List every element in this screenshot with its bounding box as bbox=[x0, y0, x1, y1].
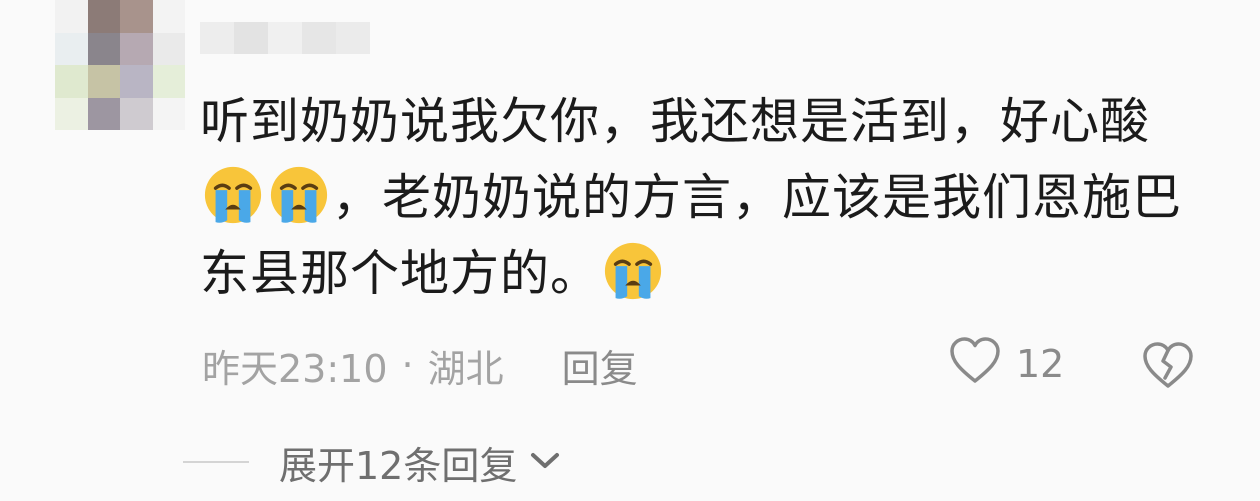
crying-face-icon bbox=[602, 240, 664, 302]
chevron-down-icon bbox=[517, 445, 563, 479]
expand-replies-button[interactable]: 展开12条回复 bbox=[183, 437, 563, 488]
comment-meta: 昨天23:10 · 湖北 回复 bbox=[202, 338, 638, 393]
dislike-button[interactable] bbox=[1141, 340, 1195, 390]
comment-text-part-1: 听到奶奶说我欠你，我还想是活到，好心酸 bbox=[200, 93, 1151, 150]
meta-separator: · bbox=[401, 343, 414, 387]
reply-button[interactable]: 回复 bbox=[562, 338, 638, 393]
crying-face-icon bbox=[268, 164, 330, 226]
like-button[interactable]: 12 bbox=[948, 335, 1065, 394]
heart-outline-icon bbox=[948, 335, 1002, 394]
broken-heart-icon bbox=[1141, 342, 1195, 394]
crying-face-icon bbox=[202, 164, 264, 226]
like-count: 12 bbox=[1016, 342, 1065, 386]
username-blurred[interactable] bbox=[200, 22, 370, 54]
avatar[interactable] bbox=[55, 0, 185, 130]
comment-time: 昨天23:10 bbox=[202, 346, 388, 391]
comment-location: 湖北 bbox=[427, 346, 504, 391]
divider-line bbox=[183, 461, 249, 463]
expand-replies-label: 展开12条回复 bbox=[279, 443, 518, 488]
comment-text: 听到奶奶说我欠你，我还想是活到，好心酸 ，老奶奶说的方言，应该是我们恩施巴东县那个… bbox=[200, 84, 1210, 312]
comment-text-part-2: ，老奶奶说的方言，应该是我们恩施巴东县那个地方的。 bbox=[200, 169, 1183, 302]
